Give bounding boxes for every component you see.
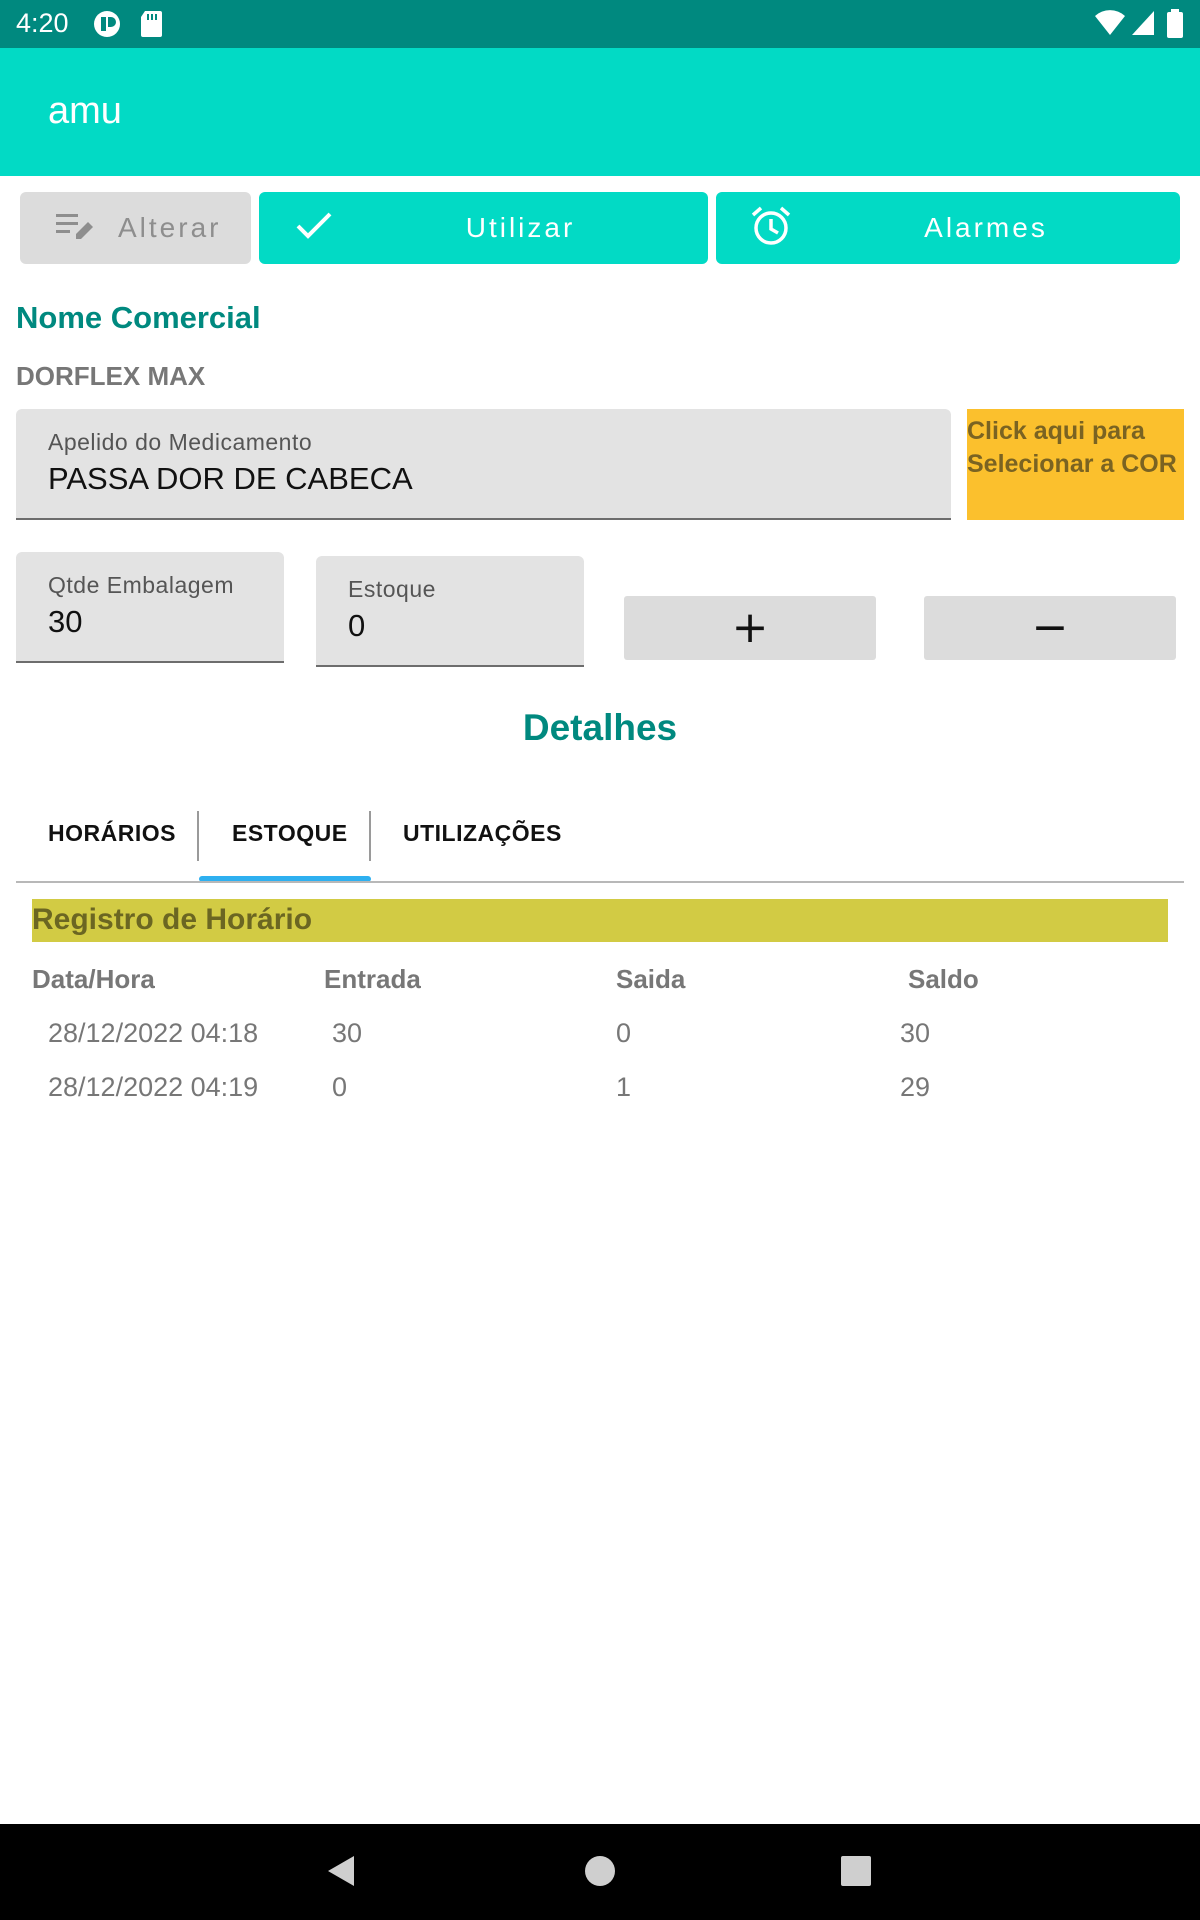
cell-datahora: 28/12/2022 04:18: [48, 1018, 259, 1048]
check-icon: [295, 211, 333, 245]
cell-saldo: 30: [900, 1018, 931, 1048]
package-quantity-label: Qtde Embalagem: [48, 572, 234, 598]
system-nav-bar: [0, 1824, 1200, 1920]
sd-card-icon: [139, 9, 163, 43]
section-title-nome-comercial: Nome Comercial: [16, 300, 261, 335]
nickname-field-label: Apelido do Medicamento: [48, 429, 313, 455]
alarmes-button[interactable]: Alarmes: [716, 192, 1180, 264]
tab-bar-divider: [16, 881, 1184, 883]
cell-datahora: 28/12/2022 04:19: [48, 1072, 259, 1102]
decrease-stock-button[interactable]: −: [924, 596, 1176, 660]
tab-horarios[interactable]: HORÁRIOS: [48, 820, 176, 847]
package-quantity-field[interactable]: Qtde Embalagem 30: [16, 552, 284, 663]
app-title: amu: [48, 90, 122, 132]
notification-app-icon: [92, 9, 122, 43]
alarmes-button-label: Alarmes: [924, 212, 1048, 243]
status-bar: 4:20: [0, 0, 1200, 48]
column-header-entrada: Entrada: [324, 964, 421, 994]
column-header-saida: Saida: [616, 964, 686, 994]
increase-stock-button[interactable]: +: [624, 596, 876, 660]
wifi-icon: [1094, 9, 1126, 41]
back-icon[interactable]: [326, 1854, 356, 1892]
minus-icon: −: [1031, 602, 1069, 653]
commercial-name: DORFLEX MAX: [16, 361, 206, 391]
tab-divider: [197, 811, 199, 861]
package-quantity-value: 30: [48, 604, 83, 639]
plus-icon: +: [731, 602, 769, 653]
nickname-field[interactable]: Apelido do Medicamento PASSA DOR DE CABE…: [16, 409, 951, 520]
app-bar: amu: [0, 48, 1200, 176]
cell-signal-icon: [1130, 9, 1156, 41]
recents-icon[interactable]: [841, 1856, 871, 1890]
nickname-field-value: PASSA DOR DE CABECA: [48, 461, 413, 496]
alterar-button-label: Alterar: [118, 212, 222, 243]
register-header: Registro de Horário: [32, 899, 1168, 942]
column-header-saldo: Saldo: [908, 964, 979, 994]
edit-note-icon: [56, 210, 96, 246]
register-title: Registro de Horário: [32, 903, 313, 936]
stock-field[interactable]: Estoque 0: [316, 556, 584, 667]
column-header-datahora: Data/Hora: [32, 964, 155, 994]
cell-saida: 0: [616, 1018, 632, 1048]
tab-estoque[interactable]: ESTOQUE: [232, 820, 348, 847]
cell-saldo: 29: [900, 1072, 931, 1102]
cell-saida: 1: [616, 1072, 632, 1102]
status-time: 4:20: [16, 8, 69, 38]
select-color-line2: Selecionar a COR: [967, 450, 1177, 478]
utilizar-button[interactable]: Utilizar: [259, 192, 708, 264]
home-icon[interactable]: [584, 1855, 616, 1891]
select-color-line1: Click aqui para: [967, 417, 1145, 445]
tab-utilizacoes[interactable]: UTILIZAÇÕES: [403, 820, 562, 847]
alarm-clock-icon: [750, 205, 792, 251]
details-title: Detalhes: [522, 707, 678, 748]
stock-field-label: Estoque: [348, 576, 436, 602]
tab-divider: [369, 811, 371, 861]
utilizar-button-label: Utilizar: [465, 212, 576, 243]
stock-field-value: 0: [348, 608, 366, 643]
cell-entrada: 0: [332, 1072, 348, 1102]
cell-entrada: 30: [332, 1018, 363, 1048]
select-color-button[interactable]: Click aqui para Selecionar a COR: [967, 409, 1184, 520]
battery-icon: [1166, 9, 1184, 43]
alterar-button[interactable]: Alterar: [20, 192, 251, 264]
